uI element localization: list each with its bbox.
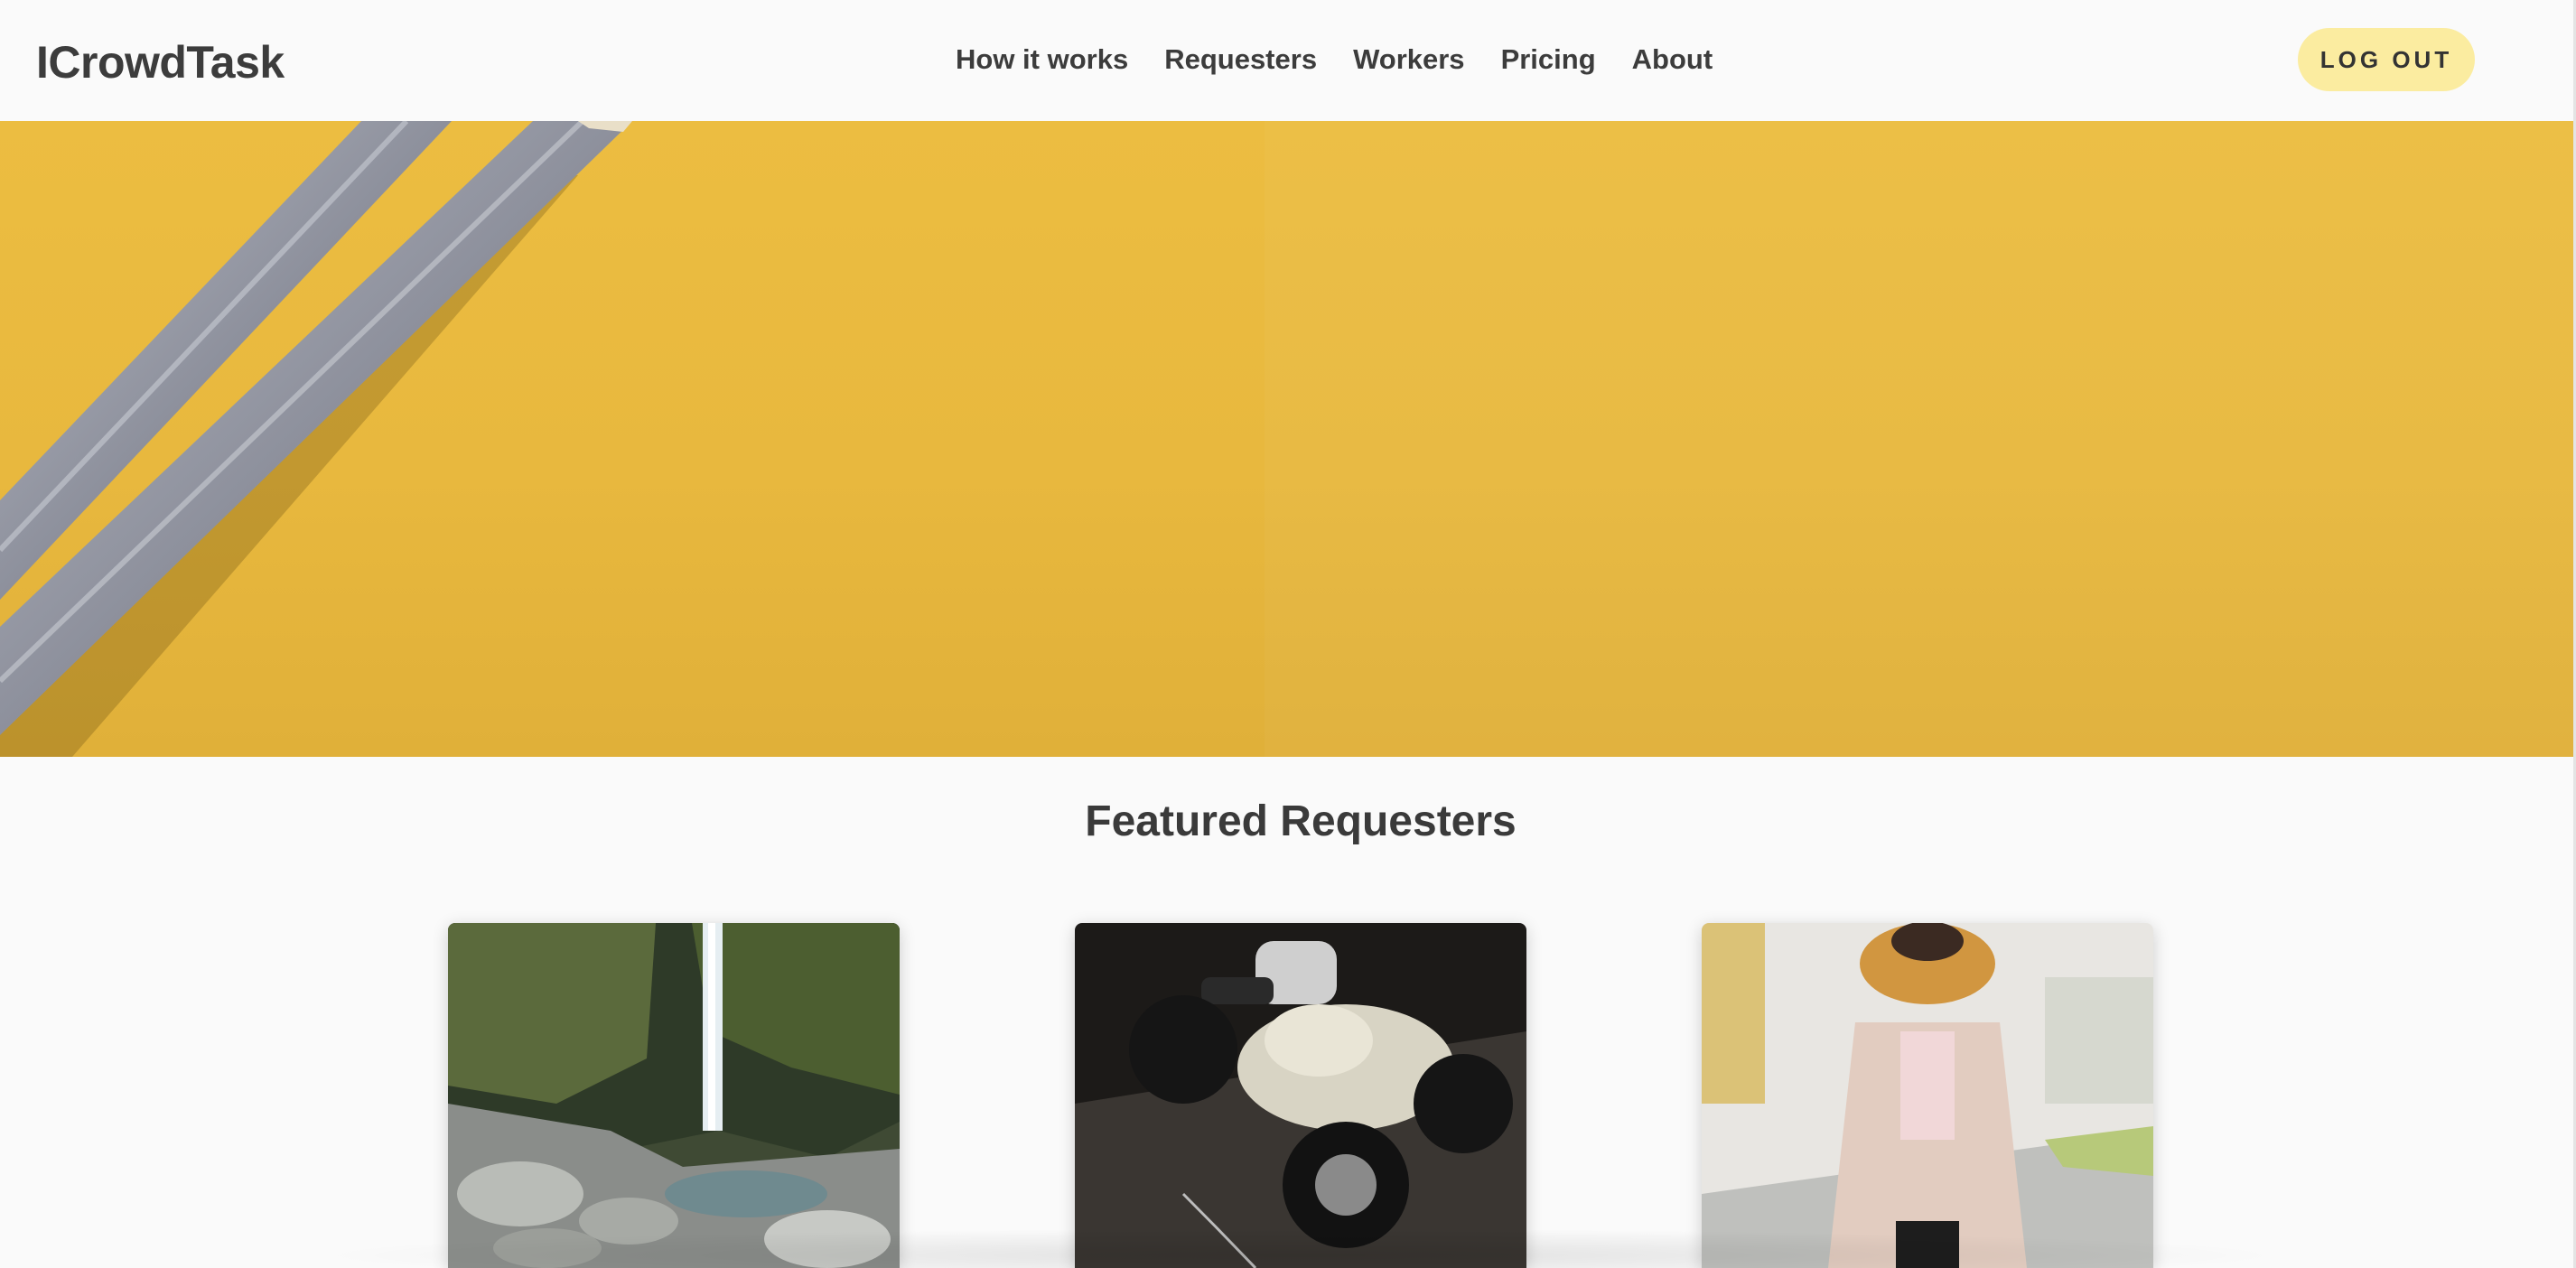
pencils-image (0, 121, 632, 757)
featured-requesters-title: Featured Requesters (1085, 797, 1517, 845)
requester-card-woman[interactable] (1702, 923, 2153, 1268)
site-logo[interactable]: ICrowdTask (36, 36, 285, 89)
requester-card-atv[interactable] (1075, 923, 1526, 1268)
requester-card-waterfall[interactable] (448, 923, 900, 1268)
logout-button[interactable]: LOG OUT (2298, 28, 2475, 91)
top-navbar: ICrowdTask How it works Requesters Worke… (0, 0, 2576, 121)
hero-banner (0, 121, 2576, 757)
nav-link-about[interactable]: About (1632, 43, 1713, 76)
atv-image (1075, 923, 1526, 1268)
nav-link-workers[interactable]: Workers (1353, 43, 1465, 76)
woman-in-coat-image (1702, 923, 2153, 1268)
waterfall-image (448, 923, 900, 1268)
nav-link-how-it-works[interactable]: How it works (956, 43, 1128, 76)
nav-link-requesters[interactable]: Requesters (1164, 43, 1317, 76)
main-nav: How it works Requesters Workers Pricing … (956, 43, 1713, 76)
nav-link-pricing[interactable]: Pricing (1501, 43, 1596, 76)
